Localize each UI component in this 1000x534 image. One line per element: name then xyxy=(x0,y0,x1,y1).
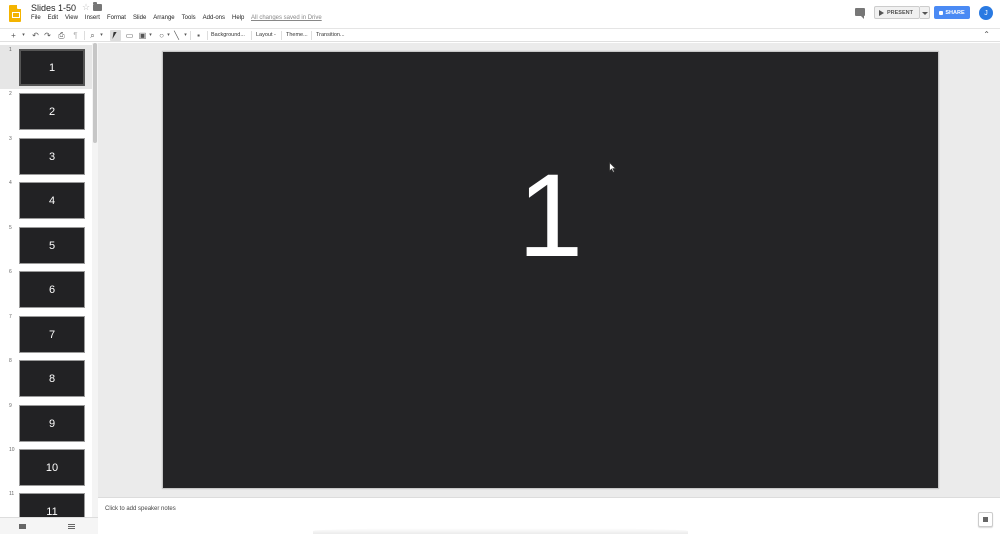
menu-arrange[interactable]: Arrange xyxy=(153,15,174,21)
toolbar-divider xyxy=(281,31,282,40)
slide-thumbnail-preview: 10 xyxy=(19,449,85,486)
speaker-notes-placeholder[interactable]: Click to add speaker notes xyxy=(105,506,176,512)
account-avatar[interactable]: J xyxy=(979,6,993,20)
toolbar-divider xyxy=(190,31,191,40)
menu-slide[interactable]: Slide xyxy=(133,15,146,21)
slide-thumbnail-7[interactable]: 7 7 xyxy=(0,312,92,356)
background-button[interactable]: Background... xyxy=(211,32,245,38)
slide-index: 8 xyxy=(9,358,12,364)
present-button[interactable]: PRESENT xyxy=(874,6,920,19)
add-comment-icon[interactable]: ▪ xyxy=(194,31,203,40)
menu-insert[interactable]: Insert xyxy=(85,15,100,21)
slide-thumbnail-2[interactable]: 2 2 xyxy=(0,89,92,133)
present-label: PRESENT xyxy=(887,9,913,16)
select-tool-button[interactable] xyxy=(110,30,121,41)
redo-icon[interactable]: ↷ xyxy=(43,31,52,40)
filmstrip-scroll-thumb[interactable] xyxy=(93,43,97,143)
menu-bar: File Edit View Insert Format Slide Arran… xyxy=(31,15,251,21)
slide-thumbnail-4[interactable]: 4 4 xyxy=(0,178,92,222)
transition-button[interactable]: Transition... xyxy=(316,32,345,38)
slide-thumbnail-10[interactable]: 10 10 xyxy=(0,445,92,489)
explore-icon[interactable] xyxy=(978,512,993,527)
share-label: SHARE xyxy=(945,9,965,16)
paint-format-icon[interactable]: ¶ xyxy=(71,31,80,40)
zoom-icon[interactable]: ⌕ xyxy=(88,31,97,40)
slide-index: 5 xyxy=(9,225,12,231)
slide-thumbnail-preview: 11 xyxy=(19,493,85,517)
slide-filmstrip[interactable]: 1 1 2 2 3 3 4 4 5 5 6 6 7 7 8 8 9 9 10 1… xyxy=(0,43,98,517)
slide-index: 4 xyxy=(9,180,12,186)
comments-icon[interactable] xyxy=(855,8,865,19)
layout-button[interactable]: Layout - xyxy=(256,32,276,38)
slide-thumbnail-preview: 8 xyxy=(19,360,85,397)
filmstrip-view-toggle xyxy=(0,517,98,534)
menu-addons[interactable]: Add-ons xyxy=(203,15,225,21)
slide-index: 6 xyxy=(9,269,12,275)
play-icon xyxy=(879,9,884,16)
slide-index: 7 xyxy=(9,314,12,320)
menu-file[interactable]: File xyxy=(31,15,41,21)
saved-status-link[interactable]: All changes saved in Drive xyxy=(251,15,322,21)
slide-index: 1 xyxy=(9,47,12,53)
toolbar-divider xyxy=(84,31,85,40)
slide-thumbnail-preview: 6 xyxy=(19,271,85,308)
slide-thumbnail-3[interactable]: 3 3 xyxy=(0,134,92,178)
app-header: Slides 1-50 ☆ File Edit View Insert Form… xyxy=(0,0,1000,28)
cursor-icon xyxy=(112,32,120,39)
menu-view[interactable]: View xyxy=(65,15,78,21)
slide-thumbnail-11[interactable]: 11 11 xyxy=(0,489,92,517)
slide-thumbnail-9[interactable]: 9 9 xyxy=(0,401,92,445)
share-button[interactable]: SHARE xyxy=(934,6,970,19)
toolbar-divider xyxy=(311,31,312,40)
slide-text[interactable]: 1 xyxy=(163,157,938,275)
text-box-icon[interactable]: ▭ xyxy=(125,31,134,40)
slide-index: 11 xyxy=(9,491,15,497)
notes-resize-shadow xyxy=(313,528,688,534)
slide-index: 3 xyxy=(9,136,12,142)
slide-index: 9 xyxy=(9,403,12,409)
image-dropdown-icon[interactable]: ▾ xyxy=(146,31,155,40)
slide-thumbnail-preview: 3 xyxy=(19,138,85,175)
menu-format[interactable]: Format xyxy=(107,15,126,21)
collapse-chevron-up-icon[interactable]: ⌃ xyxy=(983,30,990,39)
line-icon[interactable]: ╲ xyxy=(172,31,181,40)
slide-thumbnail-preview: 2 xyxy=(19,93,85,130)
theme-button[interactable]: Theme... xyxy=(286,32,308,38)
slide-index: 10 xyxy=(9,447,15,453)
star-icon[interactable]: ☆ xyxy=(82,2,90,13)
new-slide-dropdown-icon[interactable]: ▾ xyxy=(19,31,28,40)
slide-index: 2 xyxy=(9,91,12,97)
folder-icon[interactable] xyxy=(93,2,102,11)
line-dropdown-icon[interactable]: ▾ xyxy=(181,31,190,40)
menu-edit[interactable]: Edit xyxy=(48,15,58,21)
slide-thumbnail-preview: 7 xyxy=(19,316,85,353)
slides-logo-icon[interactable] xyxy=(9,5,21,22)
toolbar-divider xyxy=(251,31,252,40)
slide-thumbnail-8[interactable]: 8 8 xyxy=(0,356,92,400)
slide-thumbnail-preview: 5 xyxy=(19,227,85,264)
present-dropdown-button[interactable] xyxy=(920,6,930,19)
slide-thumbnail-preview: 1 xyxy=(19,49,85,86)
grid-view-icon[interactable] xyxy=(68,524,75,529)
print-icon[interactable]: ⎙ xyxy=(57,31,66,40)
filmstrip-view-icon[interactable] xyxy=(19,524,26,529)
slide-thumbnail-1[interactable]: 1 1 xyxy=(0,45,92,89)
slide-thumbnail-preview: 4 xyxy=(19,182,85,219)
slide-canvas[interactable]: 1 xyxy=(162,51,939,489)
slide-thumbnail-5[interactable]: 5 5 xyxy=(0,223,92,267)
menu-help[interactable]: Help xyxy=(232,15,244,21)
undo-icon[interactable]: ↶ xyxy=(31,31,40,40)
slide-thumbnail-preview: 9 xyxy=(19,405,85,442)
zoom-dropdown-icon[interactable]: ▾ xyxy=(97,31,106,40)
toolbar: + ▾ ↶ ↷ ⎙ ¶ ⌕ ▾ ▭ ▣ ▾ ○ ▾ ╲ ▾ ▪ Backgrou… xyxy=(0,28,1000,42)
menu-tools[interactable]: Tools xyxy=(182,15,196,21)
toolbar-divider xyxy=(207,31,208,40)
new-slide-icon[interactable]: + xyxy=(9,31,18,40)
speaker-notes[interactable]: Click to add speaker notes xyxy=(98,497,1000,534)
document-title[interactable]: Slides 1-50 xyxy=(31,3,76,13)
lock-icon xyxy=(939,10,944,15)
slide-thumbnail-6[interactable]: 6 6 xyxy=(0,267,92,311)
